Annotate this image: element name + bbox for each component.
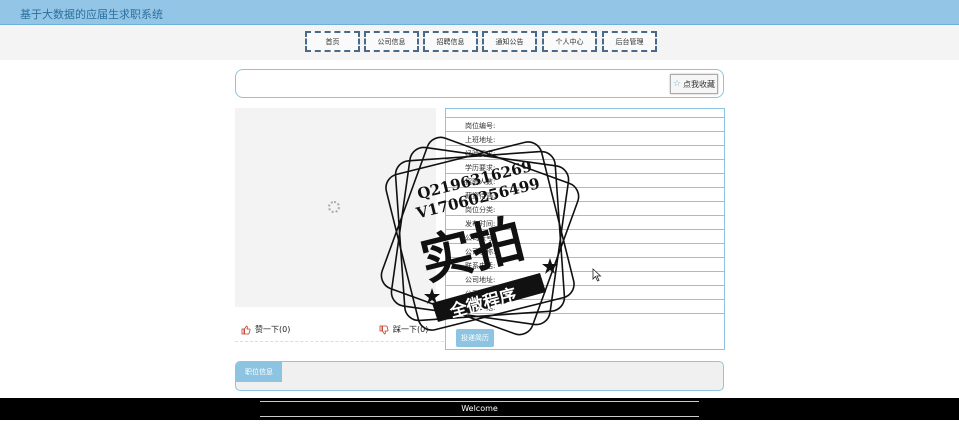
company-account-label: 公司账号:	[465, 234, 496, 242]
star-icon: ☆	[672, 79, 682, 89]
work-address-label: 上班地址:	[465, 136, 496, 144]
job-image-area	[235, 108, 436, 307]
category-label: 岗位分类:	[465, 206, 496, 214]
job-detail-table: 岗位编号: 上班地址: 经验要求: 学历要求: 招聘人数: 薪资待遇: 岗位分类…	[445, 108, 725, 350]
detail-row: 岗位分类:	[446, 202, 724, 216]
detail-row: 岗位介绍:	[446, 300, 724, 314]
detail-row: 公司地址:	[446, 272, 724, 286]
tab-bar: 职位信息	[235, 361, 724, 391]
company-type-label: 公司类型:	[465, 290, 496, 298]
footer-text: Welcome	[461, 404, 498, 413]
education-label: 学历要求:	[465, 164, 496, 172]
salary-label: 薪资待遇:	[465, 192, 496, 200]
company-address-label: 公司地址:	[465, 276, 496, 284]
phone-label: 联系电话:	[465, 262, 496, 270]
header-bar: 基于大数据的应届生求职系统	[0, 0, 959, 25]
dislike-label: 踩一下(0)	[393, 325, 429, 334]
detail-row: 公司账号:	[446, 230, 724, 244]
loading-spinner-icon	[328, 201, 340, 213]
position-id-label: 岗位编号:	[465, 122, 496, 130]
site-title: 基于大数据的应届生求职系统	[20, 8, 163, 21]
tab-job-info[interactable]: 职位信息	[236, 362, 282, 382]
favorite-label: 点我收藏	[683, 79, 716, 89]
detail-row: 岗位编号:	[446, 118, 724, 132]
nav-item-home[interactable]: 首页	[305, 31, 360, 52]
like-button[interactable]: 赞一下(0)	[241, 324, 290, 335]
job-intro-label: 岗位介绍:	[465, 304, 496, 312]
nav-item-personal-center[interactable]: 个人中心	[542, 31, 597, 52]
footer-divider	[260, 416, 699, 417]
detail-row: 经验要求:	[446, 146, 724, 160]
publish-time-label: 发布时间:	[465, 220, 496, 228]
nav-item-company-info[interactable]: 公司信息	[364, 31, 419, 52]
detail-row: 发布时间:	[446, 216, 724, 230]
detail-row: 公司名称:	[446, 244, 724, 258]
footer-divider	[260, 401, 699, 402]
headcount-label: 招聘人数:	[465, 178, 496, 186]
nav-item-notices[interactable]: 通知公告	[482, 31, 537, 52]
page: 基于大数据的应届生求职系统 首页 公司信息 招聘信息 通知公告 个人中心 后台管…	[0, 0, 959, 445]
favorite-bar: ☆ 点我收藏	[235, 69, 724, 98]
mouse-cursor-icon	[592, 268, 602, 282]
like-label: 赞一下(0)	[255, 325, 291, 334]
detail-row: 招聘人数:	[446, 174, 724, 188]
nav-item-job-info[interactable]: 招聘信息	[423, 31, 478, 52]
thumbs-up-icon	[241, 325, 251, 334]
detail-row: 联系电话:	[446, 258, 724, 272]
experience-label: 经验要求:	[465, 150, 496, 158]
apply-button[interactable]: 投递简历	[456, 329, 494, 347]
company-name-label: 公司名称:	[465, 248, 496, 256]
vote-row: 赞一下(0) 踩一下(0)	[235, 319, 444, 342]
detail-row	[446, 109, 724, 118]
thumbs-down-icon	[379, 325, 389, 334]
detail-row: 上班地址:	[446, 132, 724, 146]
nav-item-admin[interactable]: 后台管理	[602, 31, 657, 52]
detail-row: 公司类型:	[446, 286, 724, 300]
dislike-button[interactable]: 踩一下(0)	[379, 324, 428, 335]
nav-bar: 首页 公司信息 招聘信息 通知公告 个人中心 后台管理	[0, 25, 959, 60]
detail-row: 薪资待遇:	[446, 188, 724, 202]
favorite-button[interactable]: ☆ 点我收藏	[670, 74, 718, 94]
detail-row: 学历要求:	[446, 160, 724, 174]
footer: Welcome	[0, 398, 959, 420]
